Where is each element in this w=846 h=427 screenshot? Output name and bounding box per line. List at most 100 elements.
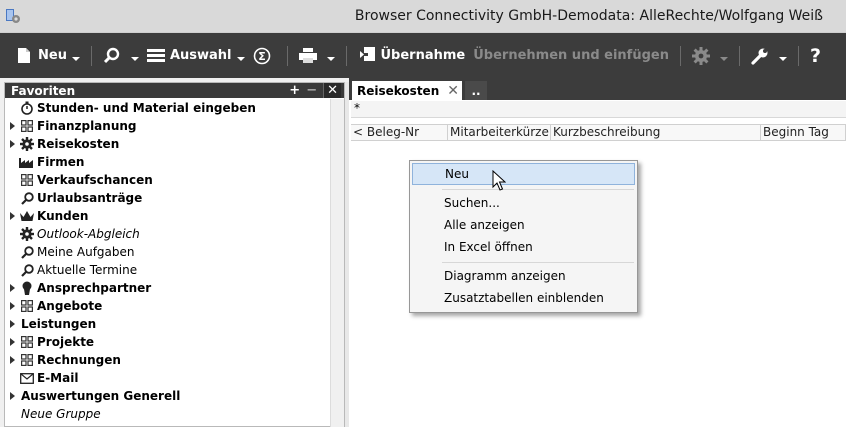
expand-arrow-icon[interactable]: [5, 302, 19, 310]
context-menu-item-chart[interactable]: Diagramm anzeigen: [412, 265, 635, 287]
takeover-button[interactable]: Übernahme: [354, 40, 470, 72]
list-icon: [146, 46, 165, 66]
toolbar-divider: [345, 45, 347, 66]
print-button[interactable]: [295, 40, 339, 72]
favorites-item[interactable]: Aktuelle Termine: [5, 261, 330, 279]
column-headers: < Beleg-Nr Mitarbeiterkürzel Kurzbeschre…: [351, 124, 846, 141]
favorites-item[interactable]: Finanzplanung: [5, 117, 330, 135]
favorites-item[interactable]: Urlaubsanträge: [5, 189, 330, 207]
favorites-item-label: Firmen: [37, 155, 85, 169]
add-icon[interactable]: +: [289, 83, 300, 98]
tools-button[interactable]: [747, 40, 791, 72]
search-button[interactable]: [99, 40, 143, 72]
favorites-item[interactable]: Leistungen: [5, 315, 330, 333]
column-header[interactable]: Beginn Tag: [761, 125, 846, 140]
favorites-item[interactable]: Rechnungen: [5, 351, 330, 369]
takeover-button-label: Übernahme: [380, 48, 466, 63]
favorites-item[interactable]: Meine Aufgaben: [5, 243, 330, 261]
favorites-item[interactable]: Firmen: [5, 153, 330, 171]
gear-icon: [19, 226, 35, 242]
settings-button[interactable]: [688, 40, 732, 72]
app-icon: [6, 9, 20, 23]
favorites-item[interactable]: Neue Gruppe: [5, 405, 330, 423]
favorites-item-label: Verkaufschancen: [37, 173, 153, 187]
favorites-panel: Favoriten + − ✕ Stunden- und Material ei…: [4, 82, 345, 427]
selection-button-label: Auswahl: [169, 48, 232, 63]
expand-arrow-icon[interactable]: [5, 122, 19, 130]
close-icon[interactable]: ✕: [447, 83, 459, 99]
favorites-item[interactable]: Verkaufschancen: [5, 171, 330, 189]
expand-arrow-icon[interactable]: [5, 356, 19, 364]
tab-more[interactable]: ..: [465, 81, 487, 100]
filter-row[interactable]: *: [351, 101, 846, 118]
grid-icon: [19, 334, 35, 350]
column-header[interactable]: Kurzbeschreibung: [551, 125, 761, 140]
factory-icon: [19, 154, 35, 170]
expand-arrow-icon[interactable]: [5, 392, 19, 400]
favorites-item-label: Finanzplanung: [37, 119, 137, 133]
favorites-item[interactable]: Stunden- und Material eingeben: [5, 99, 330, 117]
favorites-title: Favoriten: [11, 83, 76, 98]
document-icon: [15, 46, 33, 66]
toolbar: Neu Auswahl Σ Übernahme Übernehmen und e…: [0, 33, 846, 78]
chevron-down-icon: [326, 56, 335, 61]
column-header[interactable]: < Beleg-Nr: [351, 125, 448, 140]
expand-arrow-icon[interactable]: [5, 320, 19, 328]
favorites-item-label: E-Mail: [37, 371, 79, 385]
close-icon[interactable]: ✕: [323, 83, 341, 98]
toolbar-divider: [286, 45, 288, 66]
favorites-item[interactable]: Kunden: [5, 207, 330, 225]
expand-arrow-icon[interactable]: [5, 212, 19, 220]
remove-icon[interactable]: −: [306, 83, 317, 98]
takeover-insert-button[interactable]: Übernehmen und einfügen: [469, 40, 673, 72]
favorites-header-buttons: + − ✕: [289, 83, 341, 98]
tab-label: Reisekosten: [357, 83, 440, 98]
favorites-tree: Stunden- und Material eingeben Finanzplan…: [5, 99, 330, 423]
favorites-item[interactable]: Auswertungen Generell: [5, 387, 330, 405]
search-icon: [103, 46, 121, 66]
grid-icon: [19, 352, 35, 368]
tab-strip: Reisekosten ✕ ..: [349, 78, 846, 100]
expand-arrow-icon[interactable]: [5, 284, 19, 292]
favorites-item[interactable]: E-Mail: [5, 369, 330, 387]
takeover-insert-button-label: Übernehmen und einfügen: [473, 48, 669, 63]
grid-icon: [19, 118, 35, 134]
context-menu-item-new[interactable]: Neu: [412, 163, 635, 185]
new-button[interactable]: Neu: [11, 40, 84, 72]
tab-reisekosten[interactable]: Reisekosten ✕: [352, 81, 462, 100]
favorites-item-label: Angebote: [37, 299, 103, 313]
favorites-item-label: Kunden: [37, 209, 89, 223]
context-menu-item-search[interactable]: Suchen...: [412, 192, 635, 214]
expand-arrow-icon[interactable]: [5, 338, 19, 346]
column-header[interactable]: Mitarbeiterkürzel: [448, 125, 551, 140]
help-button[interactable]: ?: [806, 40, 825, 72]
favorites-header: Favoriten + − ✕: [5, 83, 344, 98]
mail-icon: [19, 370, 35, 386]
grid-icon: [19, 298, 35, 314]
favorites-item[interactable]: Reisekosten: [5, 135, 330, 153]
favorites-scrollbar[interactable]: [330, 99, 344, 427]
sum-button[interactable]: Σ: [249, 40, 280, 72]
favorites-item[interactable]: Ansprechpartner: [5, 279, 330, 297]
favorites-item[interactable]: Projekte: [5, 333, 330, 351]
favorites-item[interactable]: Outlook-Abgleich: [5, 225, 330, 243]
toolbar-divider: [90, 45, 92, 66]
window-title: Browser Connectivity GmbH-Demodata: Alle…: [354, 8, 823, 24]
favorites-item-label: Urlaubsanträge: [37, 191, 143, 205]
printer-icon: [298, 46, 317, 66]
favorites-item-label: Reisekosten: [37, 137, 120, 151]
expand-arrow-icon[interactable]: [5, 140, 19, 148]
favorites-item[interactable]: Angebote: [5, 297, 330, 315]
context-menu: Neu Suchen... Alle anzeigen In Excel öff…: [409, 160, 638, 313]
favorites-item-label: Rechnungen: [37, 353, 121, 367]
selection-button[interactable]: Auswahl: [143, 40, 249, 72]
filter-value: *: [354, 101, 360, 115]
context-menu-item-excel[interactable]: In Excel öffnen: [412, 236, 635, 258]
context-menu-item-extra-tables[interactable]: Zusatztabellen einblenden: [412, 287, 635, 309]
gear-icon: [19, 136, 35, 152]
toolbar-divider: [679, 45, 681, 66]
toolbar-divider: [738, 45, 740, 66]
help-icon: ?: [809, 44, 821, 67]
chevron-down-icon: [71, 56, 80, 61]
context-menu-item-show-all[interactable]: Alle anzeigen: [412, 214, 635, 236]
